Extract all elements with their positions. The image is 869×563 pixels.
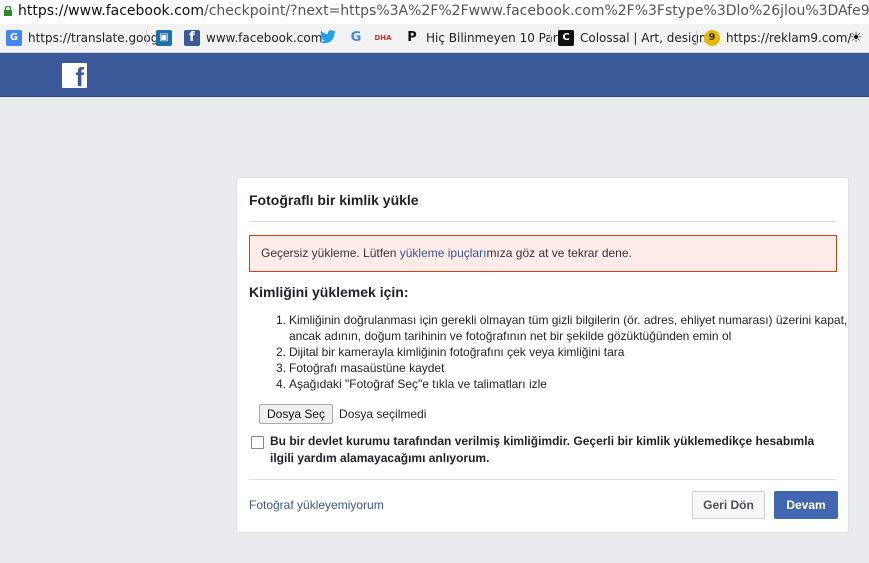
google-translate-icon: G <box>6 30 22 46</box>
bookmark-reklam9[interactable]: 9 https://reklam9.com/ <box>704 24 852 52</box>
bookmark-label: www.facebook.com <box>206 31 323 45</box>
file-input: Dosya Seç Dosya seçilmedi <box>259 404 426 424</box>
continue-button[interactable]: Devam <box>774 491 838 519</box>
bookmark-google[interactable]: G <box>348 24 370 52</box>
bookmarks-bar: G https://translate.goog ▣ f www.faceboo… <box>0 24 869 53</box>
sun-icon: ☀ <box>849 30 863 46</box>
upload-tips-link[interactable]: yükleme ipuçları <box>400 246 487 260</box>
facebook-header: f <box>0 53 869 97</box>
instructions-title: Kimliğini yüklemek için: <box>249 284 409 300</box>
bookmark-label: Colossal | Art, design, <box>580 31 711 45</box>
file-status: Dosya seçilmedi <box>339 407 427 421</box>
p-icon: P <box>407 30 417 45</box>
list-item: 2. Dijital bir kamerayla kimliğinin fotoğ… <box>276 345 625 359</box>
bookmark-sun[interactable]: ☀ <box>848 24 869 52</box>
cant-upload-link[interactable]: Fotoğraf yükleyemiyorum <box>249 498 384 512</box>
colossal-icon: C <box>558 30 574 46</box>
divider <box>249 221 836 222</box>
bookmark-dha[interactable]: DHA <box>374 24 398 52</box>
bookmark-translate[interactable]: G https://translate.goog <box>6 24 158 52</box>
bookmark-twitter[interactable] <box>320 24 342 52</box>
url-domain: https://www.facebook.com <box>18 3 204 19</box>
bookmark-label: https://reklam9.com/ <box>726 31 852 45</box>
bookmark-hic-bilinmeyen[interactable]: P Hiç Bilinmeyen 10 Par <box>404 24 558 52</box>
card-title: Fotoğraflı bir kimlik yükle <box>249 192 419 208</box>
twitter-icon <box>320 30 336 46</box>
list-item: 4. Aşağıdaki "Fotoğraf Seç"e tıkla ve tal… <box>276 377 547 391</box>
bookmark-facebook[interactable]: f www.facebook.com <box>184 24 322 52</box>
bookmark-label: Hiç Bilinmeyen 10 Par <box>426 31 558 45</box>
back-button[interactable]: Geri Dön <box>692 491 765 519</box>
url-path: /checkpoint/?next=https%3A%2F%2Fwww.face… <box>204 3 869 19</box>
facebook-logo-icon[interactable]: f <box>62 63 87 90</box>
upload-id-card: Fotoğraflı bir kimlik yükle Geçersiz yük… <box>236 177 849 533</box>
instructions-list: 1. Kimliğinin doğrulanması için gerekli o… <box>261 312 859 392</box>
facebook-icon: f <box>184 30 200 46</box>
twitch-icon: ▣ <box>156 30 172 46</box>
bookmark-label: https://translate.goog <box>28 31 159 45</box>
checkbox-label[interactable]: Bu bir devlet kurumu tarafından verilmiş… <box>270 433 841 467</box>
bookmark-twitch[interactable]: ▣ <box>156 24 178 52</box>
google-icon: G <box>350 30 362 45</box>
reklam9-icon: 9 <box>704 30 720 46</box>
bookmark-colossal[interactable]: C Colossal | Art, design, <box>558 24 710 52</box>
dha-icon: DHA <box>374 34 392 42</box>
address-bar[interactable]: https://www.facebook.com/checkpoint/?nex… <box>0 0 869 24</box>
confirmation-row: Bu bir devlet kurumu tarafından verilmiş… <box>251 433 841 467</box>
confirm-checkbox[interactable] <box>251 436 264 449</box>
divider <box>249 479 836 480</box>
choose-file-button[interactable]: Dosya Seç <box>259 404 334 424</box>
error-message: Geçersiz yükleme. Lütfen yükleme ipuçlar… <box>249 235 837 272</box>
list-item: 1. Kimliğinin doğrulanması için gerekli o… <box>276 313 848 343</box>
list-item: 3. Fotoğrafı masaüstüne kaydet <box>276 361 445 375</box>
lock-icon <box>4 6 12 16</box>
